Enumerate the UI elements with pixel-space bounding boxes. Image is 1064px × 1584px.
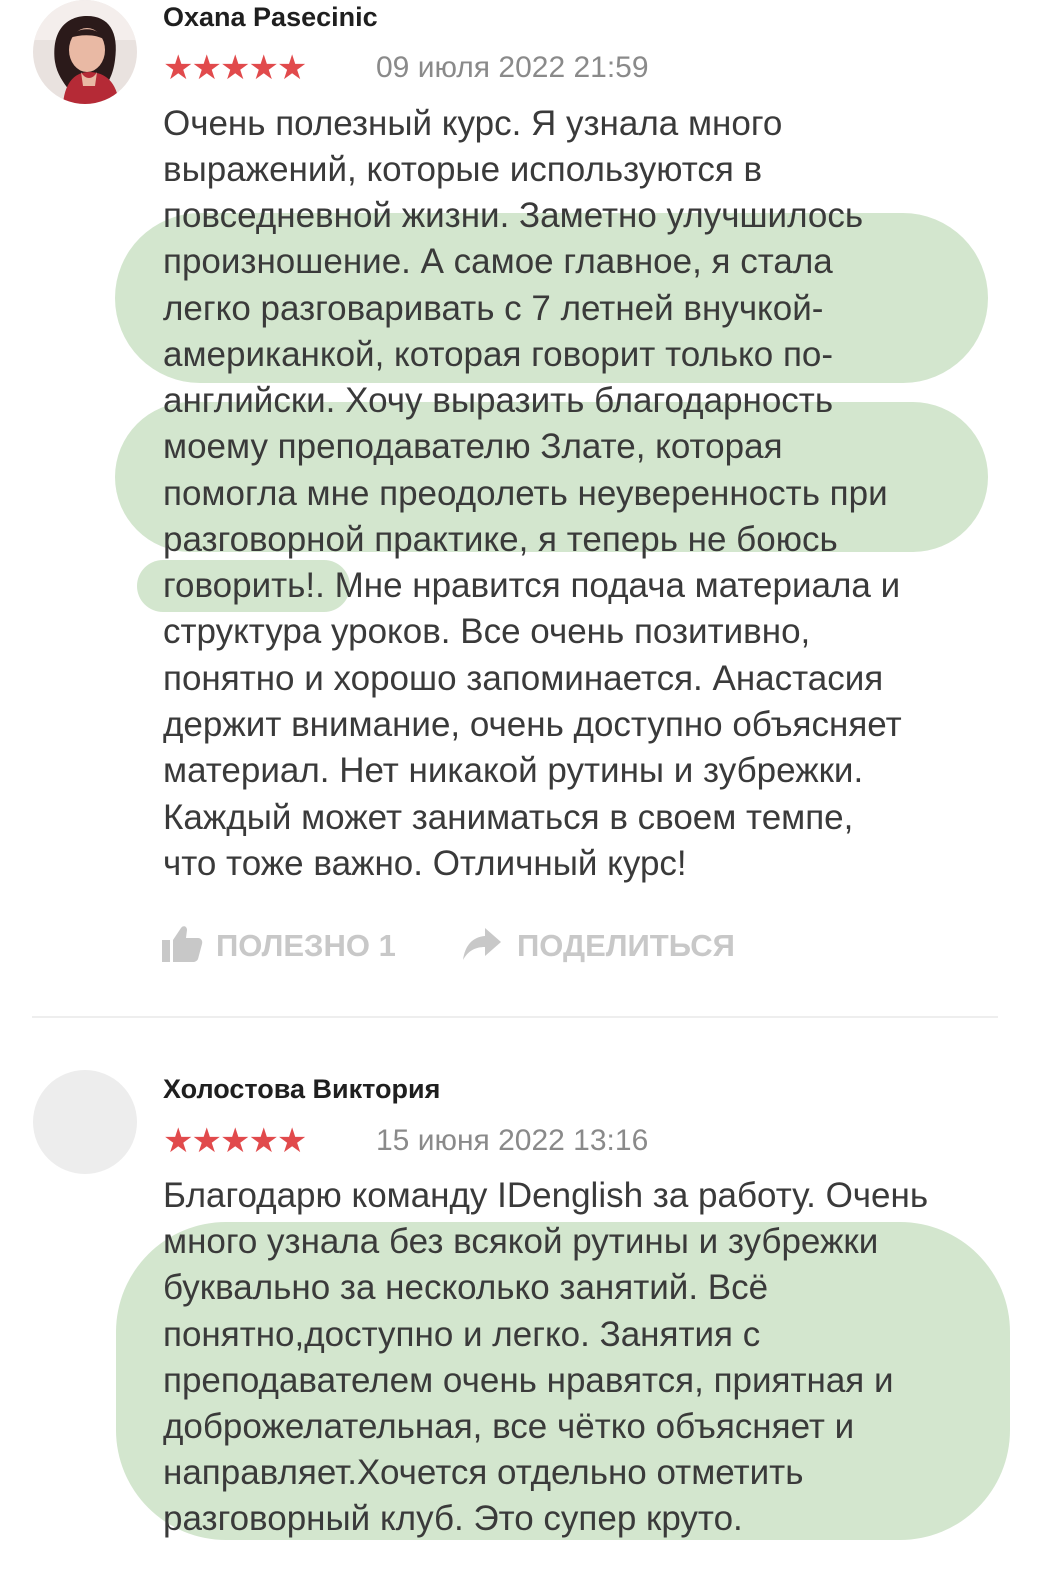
review-text-line: что тоже важно. Отличный курс! <box>163 844 687 883</box>
review-text-line: легко разговаривать с 7 летней внучкой- <box>163 289 824 328</box>
star-rating: ★★★★★ <box>163 1122 307 1160</box>
share-button[interactable]: ПОДЕЛИТЬСЯ <box>461 924 735 966</box>
helpful-label: ПОЛЕЗНО 1 <box>216 928 396 963</box>
review-text-line: повседневной жизни. Заметно улучшилось <box>163 196 864 235</box>
review-text-line: направляет.Хочется отдельно отметить <box>163 1453 804 1492</box>
review-text-line: буквально за несколько занятий. Всё <box>163 1268 769 1307</box>
review-text-line: говорить!. Мне нравится подача материала… <box>163 566 901 605</box>
review-text-line: произношение. А самое главное, я стала <box>163 242 833 281</box>
review-text-line: понятно и хорошо запоминается. Анастасия <box>163 659 884 698</box>
review-text-line: много узнала без всякой рутины и зубрежк… <box>163 1222 879 1261</box>
review-divider <box>32 1016 998 1018</box>
review-text-line: разговорный клуб. Это супер круто. <box>163 1499 743 1538</box>
review-date: 09 июля 2022 21:59 <box>376 51 649 84</box>
review-author: Oxana Pasecinic <box>163 2 378 32</box>
helpful-button[interactable]: ПОЛЕЗНО 1 <box>160 924 396 966</box>
review-text-line: моему преподавателю Злате, которая <box>163 427 783 466</box>
review-date: 15 июня 2022 13:16 <box>376 1124 649 1157</box>
review-text-line: разговорной практике, я теперь не боюсь <box>163 520 838 559</box>
review-text-line: преподавателем очень нравятся, приятная … <box>163 1361 894 1400</box>
review-text-line: американкой, которая говорит только по- <box>163 335 834 374</box>
review-text-line: доброжелательная, все чётко объясняет и <box>163 1407 855 1446</box>
review-text-line: Каждый может заниматься в своем темпе, <box>163 798 854 837</box>
avatar-photo <box>33 0 137 104</box>
review-text-line: выражений, которые используются в <box>163 150 763 189</box>
avatar[interactable] <box>33 0 137 104</box>
review-text-line: Благодарю команду IDenglish за работу. О… <box>163 1176 929 1215</box>
review-text-line: английски. Хочу выразить благодарность <box>163 381 834 420</box>
avatar[interactable] <box>33 1070 137 1174</box>
star-rating: ★★★★★ <box>163 49 307 87</box>
review-text-line: материал. Нет никакой рутины и зубрежки. <box>163 751 864 790</box>
review-text-line: помогла мне преодолеть неуверенность при <box>163 474 888 513</box>
review-text-line: понятно,доступно и легко. Занятия с <box>163 1315 761 1354</box>
review-text-line: держит внимание, очень доступно объясняе… <box>163 705 902 744</box>
share-label: ПОДЕЛИТЬСЯ <box>517 928 735 963</box>
review-text-line: Очень полезный курс. Я узнала много <box>163 104 783 143</box>
review-text-line: структура уроков. Все очень позитивно, <box>163 612 811 651</box>
share-icon <box>463 928 501 960</box>
thumbs-up-icon <box>162 926 203 962</box>
review-author: Холостова Виктория <box>163 1074 441 1104</box>
